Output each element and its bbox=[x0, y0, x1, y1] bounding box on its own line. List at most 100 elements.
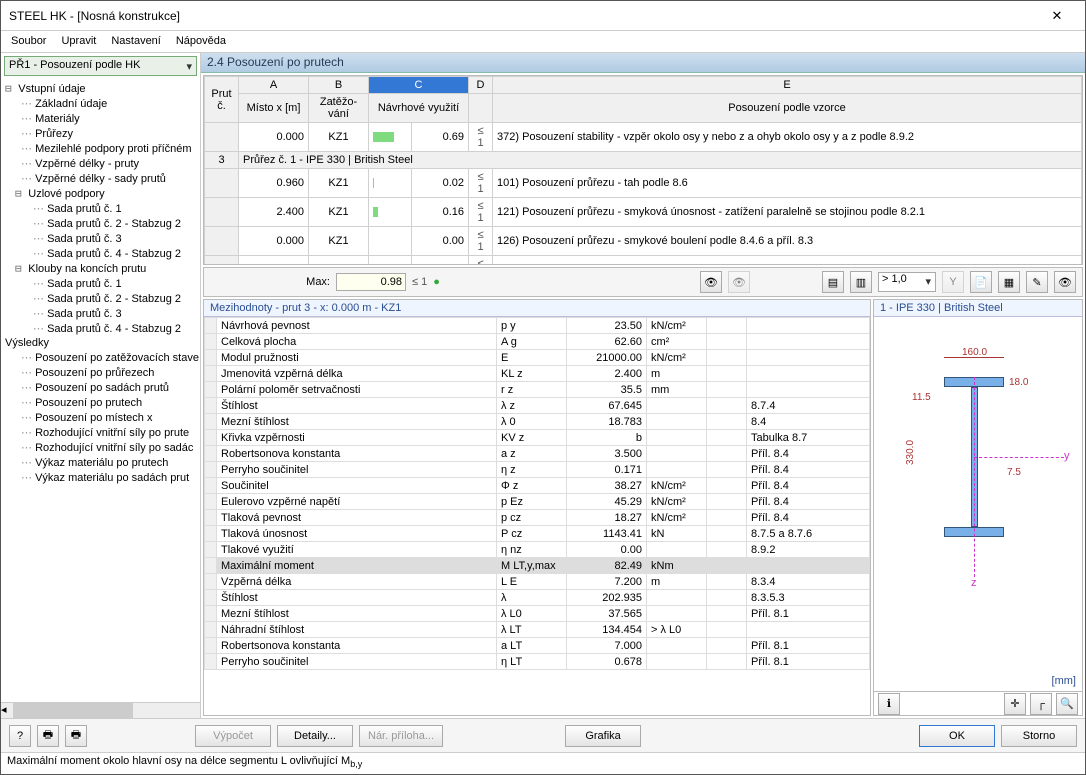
details-button[interactable]: Detaily... bbox=[277, 725, 353, 747]
details-table[interactable]: Návrhová pevnostp y 23.50kN/cm² Celková … bbox=[204, 317, 870, 715]
view-switch-icon[interactable]: ▤ bbox=[822, 271, 844, 293]
detail-row[interactable]: Návrhová pevnostp y 23.50kN/cm² bbox=[205, 318, 870, 334]
detail-row[interactable]: Tlakové využitíη nz 0.00 8.9.2 bbox=[205, 542, 870, 558]
tree-item[interactable]: Základní údaje bbox=[1, 96, 200, 111]
color-scale-icon[interactable]: ▥ bbox=[850, 271, 872, 293]
col-misto: Místo x [m] bbox=[239, 94, 309, 123]
xsection-unit: [mm] bbox=[1052, 675, 1076, 687]
tree-item[interactable]: Sada prutů č. 1 bbox=[1, 201, 200, 216]
tree-item[interactable]: Rozhodující vnitřní síly po sadác bbox=[1, 440, 200, 455]
tree-item[interactable]: Rozhodující vnitřní síly po prute bbox=[1, 425, 200, 440]
storno-button[interactable]: Storno bbox=[1001, 725, 1077, 747]
col-vzorec: Posouzení podle vzorce bbox=[493, 94, 1082, 123]
grid-row[interactable]: 2.400KZ1 0.46 ≤ 1 181) Posouzení průřezu… bbox=[205, 256, 1082, 266]
xsection-drawing: 160.0 18.0 11.5 330.0 7.5 y z [mm] bbox=[874, 317, 1082, 691]
main-row: PŘ1 - Posouzení podle HK Vstupní údajeZá… bbox=[1, 53, 1085, 718]
tree-item[interactable]: Vstupní údaje bbox=[1, 81, 200, 96]
tree-item[interactable]: Mezilehlé podpory proti příčném bbox=[1, 141, 200, 156]
nav-tree[interactable]: Vstupní údajeZákladní údajeMateriályPrůř… bbox=[1, 79, 200, 702]
tool-1-icon[interactable]: 📄 bbox=[970, 271, 992, 293]
tree-item[interactable]: Výkaz materiálu po sadách prut bbox=[1, 470, 200, 485]
grid-row[interactable]: 3Průřez č. 1 - IPE 330 | British Steel bbox=[205, 152, 1082, 169]
grid-row[interactable]: 2.400KZ1 0.16 ≤ 1 121) Posouzení průřezu… bbox=[205, 198, 1082, 227]
tree-item[interactable]: Posouzení po místech x bbox=[1, 410, 200, 425]
detail-row[interactable]: Polární poloměr setrvačnostir z 35.5mm bbox=[205, 382, 870, 398]
detail-row[interactable]: Mezní štíhlostλ L0 37.565 Příl. 8.1 bbox=[205, 606, 870, 622]
tree-item[interactable]: Materiály bbox=[1, 111, 200, 126]
col-b: B bbox=[309, 77, 369, 94]
button-row: ? 🖶 🖶 Výpočet Detaily... Nár. příloha...… bbox=[1, 718, 1085, 752]
detail-row[interactable]: Robertsonova konstantaa z 3.500 Příl. 8.… bbox=[205, 446, 870, 462]
tree-item[interactable]: Sada prutů č. 4 - Stabzug 2 bbox=[1, 246, 200, 261]
axis-icon[interactable]: ✛ bbox=[1004, 693, 1026, 715]
picker-icon[interactable]: ✎ bbox=[1026, 271, 1048, 293]
detail-row[interactable]: Vzpěrná délkaL E 7.200m 8.3.4 bbox=[205, 574, 870, 590]
detail-row[interactable]: Mezní štíhlostλ 0 18.783 8.4 bbox=[205, 414, 870, 430]
origin-icon[interactable]: ┌ bbox=[1030, 693, 1052, 715]
menu-nastaveni[interactable]: Nastavení bbox=[111, 35, 161, 48]
tree-item[interactable]: Sada prutů č. 1 bbox=[1, 276, 200, 291]
detail-row[interactable]: Celková plochaA g 62.60cm² bbox=[205, 334, 870, 350]
detail-row[interactable]: Tlaková pevnostp cz 18.27kN/cm² Příl. 8.… bbox=[205, 510, 870, 526]
eye-icon[interactable]: 👁 bbox=[1054, 271, 1076, 293]
max-value[interactable] bbox=[336, 273, 406, 291]
info-icon[interactable]: ℹ bbox=[878, 693, 900, 715]
results-grid[interactable]: Prut č. A B C D E Místo x [m] Zatěžo- vá… bbox=[203, 75, 1083, 265]
grid-row[interactable]: 0.960KZ1 0.02 ≤ 1 101) Posouzení průřezu… bbox=[205, 169, 1082, 198]
detail-row[interactable]: Modul pružnostiE 21000.00kN/cm² bbox=[205, 350, 870, 366]
detail-row[interactable]: Křivka vzpěrnostiKV z b Tabulka 8.7 bbox=[205, 430, 870, 446]
tree-item[interactable]: Výkaz materiálu po prutech bbox=[1, 455, 200, 470]
printall-button[interactable]: 🖶 bbox=[65, 725, 87, 747]
lower-split: Mezihodnoty - prut 3 - x: 0.000 m - KZ1 … bbox=[203, 299, 1083, 716]
tree-item[interactable]: Klouby na koncích prutu bbox=[1, 261, 200, 276]
detail-row[interactable]: Perryho součinitelη z 0.171 Příl. 8.4 bbox=[205, 462, 870, 478]
tree-item[interactable]: Sada prutů č. 4 - Stabzug 2 bbox=[1, 321, 200, 336]
detail-row[interactable]: Perryho součinitelη LT 0.678 Příl. 8.1 bbox=[205, 654, 870, 670]
close-button[interactable]: ✕ bbox=[1037, 2, 1077, 30]
xsection-footer: ℹ ✛ ┌ 🔍 bbox=[874, 691, 1082, 715]
tree-item[interactable]: Průřezy bbox=[1, 126, 200, 141]
detail-row[interactable]: Maximální momentM LT,y,max 82.49kNm bbox=[205, 558, 870, 574]
tree-item[interactable]: Posouzení po sadách prutů bbox=[1, 380, 200, 395]
tree-item[interactable]: Sada prutů č. 2 - Stabzug 2 bbox=[1, 216, 200, 231]
print-button[interactable]: 🖶 bbox=[37, 725, 59, 747]
tree-item[interactable]: Posouzení po průřezech bbox=[1, 365, 200, 380]
filter-icon: Y bbox=[942, 271, 964, 293]
sidebar: PŘ1 - Posouzení podle HK Vstupní údajeZá… bbox=[1, 53, 201, 718]
tree-item[interactable]: Vzpěrné délky - pruty bbox=[1, 156, 200, 171]
sidebar-hscroll[interactable]: ◂ bbox=[1, 702, 200, 718]
detail-row[interactable]: Jmenovitá vzpěrná délkaKL z 2.400m bbox=[205, 366, 870, 382]
detail-row[interactable]: Štíhlostλ 202.935 8.3.5.3 bbox=[205, 590, 870, 606]
tree-item[interactable]: Sada prutů č. 3 bbox=[1, 231, 200, 246]
tree-item[interactable]: Uzlové podpory bbox=[1, 186, 200, 201]
export-excel-icon[interactable]: ▦ bbox=[998, 271, 1020, 293]
zoom-icon[interactable]: 🔍 bbox=[1056, 693, 1078, 715]
tree-item[interactable]: Sada prutů č. 2 - Stabzug 2 bbox=[1, 291, 200, 306]
grid-row[interactable]: 0.000KZ1 0.69 ≤ 1 372) Posouzení stabili… bbox=[205, 123, 1082, 152]
detail-row[interactable]: Robertsonova konstantaa LT 7.000 Příl. 8… bbox=[205, 638, 870, 654]
detail-row[interactable]: SoučinitelΦ z 38.27kN/cm² Příl. 8.4 bbox=[205, 478, 870, 494]
detail-row[interactable]: Náhradní štíhlostλ LT 134.454> λ L0 bbox=[205, 622, 870, 638]
tree-item[interactable]: Posouzení po zatěžovacích stave bbox=[1, 350, 200, 365]
tree-item[interactable]: Vzpěrné délky - sady prutů bbox=[1, 171, 200, 186]
detail-row[interactable]: Eulerovo vzpěrné napětíp Ez 45.29kN/cm² … bbox=[205, 494, 870, 510]
filter-include-icon[interactable]: 👁 bbox=[700, 271, 722, 293]
window-title: STEEL HK - [Nosná konstrukce] bbox=[9, 9, 1037, 23]
ok-button[interactable]: OK bbox=[919, 725, 995, 747]
menu-upravit[interactable]: Upravit bbox=[61, 35, 96, 48]
max-bar: Max: ≤ 1 ● 👁 👁 ▤ ▥ > 1,0 Y 📄 ▦ ✎ 👁 bbox=[203, 267, 1083, 297]
detail-row[interactable]: Tlaková únosnostP cz 1143.41kN 8.7.5 a 8… bbox=[205, 526, 870, 542]
filter-exclude-icon: 👁 bbox=[728, 271, 750, 293]
help-button[interactable]: ? bbox=[9, 725, 31, 747]
grid-row[interactable]: 0.000KZ1 0.00 ≤ 1 126) Posouzení průřezu… bbox=[205, 227, 1082, 256]
tree-item[interactable]: Výsledky bbox=[1, 336, 200, 350]
grafika-button[interactable]: Grafika bbox=[565, 725, 641, 747]
scale-select[interactable]: > 1,0 bbox=[878, 272, 936, 292]
tree-item[interactable]: Sada prutů č. 3 bbox=[1, 306, 200, 321]
tree-item[interactable]: Posouzení po prutech bbox=[1, 395, 200, 410]
detail-row[interactable]: Štíhlostλ z 67.645 8.7.4 bbox=[205, 398, 870, 414]
menu-soubor[interactable]: Soubor bbox=[11, 35, 46, 48]
menu-napoveda[interactable]: Nápověda bbox=[176, 35, 226, 48]
case-combo[interactable]: PŘ1 - Posouzení podle HK bbox=[4, 56, 197, 76]
details-panel: Mezihodnoty - prut 3 - x: 0.000 m - KZ1 … bbox=[203, 299, 871, 716]
